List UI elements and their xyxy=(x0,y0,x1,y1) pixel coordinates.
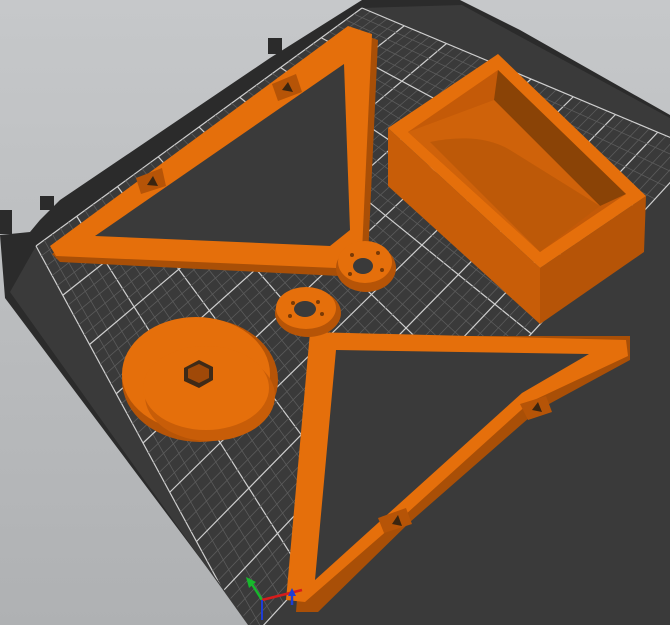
triangle-frame-top[interactable] xyxy=(50,26,396,292)
3d-viewport[interactable] xyxy=(0,0,670,625)
round-disc[interactable] xyxy=(122,317,278,442)
scene-svg[interactable] xyxy=(0,0,670,625)
